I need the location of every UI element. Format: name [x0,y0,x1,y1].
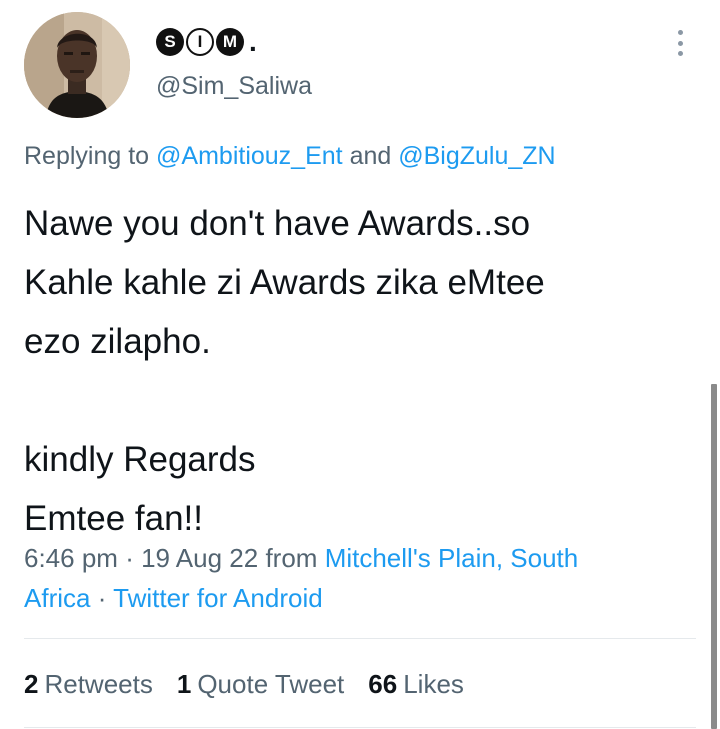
retweets-count: 2 [24,668,39,699]
quote-tweets-stat[interactable]: 1 Quote Tweet [177,669,344,700]
divider [24,638,696,639]
quotes-count: 1 [176,668,192,699]
client-link[interactable]: Twitter for Android [113,583,323,613]
display-name[interactable]: S I M . [156,24,257,60]
replying-joiner: and [349,142,392,170]
tweet-meta: 6:46 pm · 19 Aug 22 from Mitchell's Plai… [24,538,694,618]
replying-prefix: Replying to [24,142,150,170]
tweet-text-line: Kahle kahle zi Awards zika eMtee [24,263,545,302]
location-link[interactable]: Africa [24,583,90,613]
name-letter-badge: M [216,28,244,56]
tweet-text-line: kindly Regards [24,440,256,479]
user-handle[interactable]: @Sim_Saliwa [156,72,312,101]
replying-to: Replying to @Ambitiouz_Ent and @BigZulu_… [24,142,556,171]
retweets-stat[interactable]: 2 Retweets [24,669,153,700]
reply-user-link[interactable]: @Ambitiouz_Ent [156,142,343,170]
meta-from: from [265,543,318,573]
likes-label: Likes [403,668,464,699]
engagement-stats: 2 Retweets 1 Quote Tweet 66 Likes [24,666,488,702]
tweet-text-line: Nawe you don't have Awards..so [24,204,531,243]
more-options-icon[interactable] [668,28,692,58]
avatar-photo [24,12,130,118]
tweet-text-line: ezo zilapho. [24,322,211,361]
meta-separator: · [97,583,107,613]
retweets-label: Retweets [44,668,153,699]
divider [24,727,696,728]
avatar[interactable] [24,12,130,118]
scrollbar[interactable] [711,384,717,729]
tweet-detail: S I M . @Sim_Saliwa Replying to @Ambitio… [0,0,720,729]
meta-separator: · [125,543,134,573]
name-letter-badge: I [186,28,214,56]
name-letter-badge: S [156,28,184,56]
likes-count: 66 [368,668,398,699]
location-link[interactable]: Mitchell's Plain, South [325,543,579,573]
quotes-label: Quote Tweet [197,668,345,699]
tweet-date[interactable]: 19 Aug 22 [141,543,258,573]
likes-stat[interactable]: 66 Likes [368,669,464,700]
tweet-time[interactable]: 6:46 pm [24,543,118,573]
name-suffix: . [249,26,257,57]
tweet-text: Nawe you don't have Awards..so Kahle kah… [24,194,694,548]
reply-user-link[interactable]: @BigZulu_ZN [398,142,555,170]
